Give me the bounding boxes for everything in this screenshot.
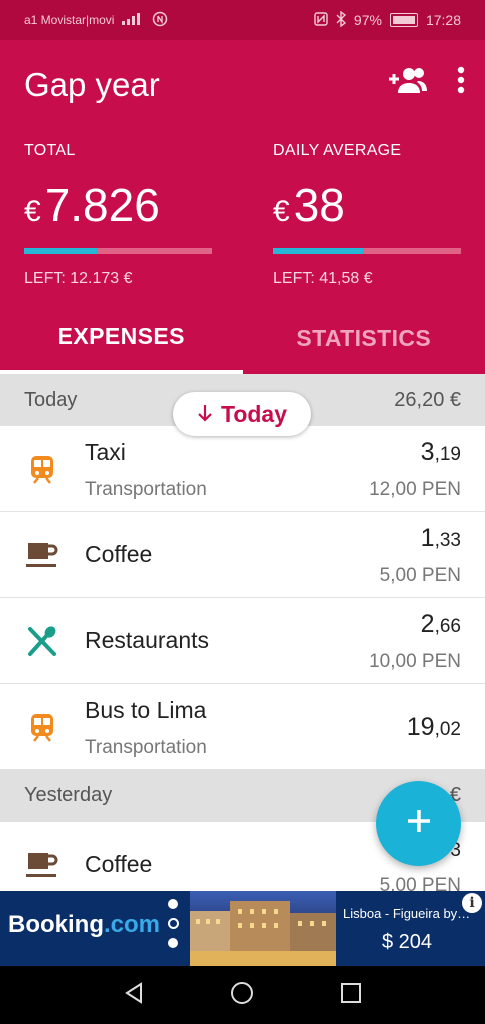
today-chip-label: Today	[220, 400, 288, 427]
item-original-amount: 12,00 PEN	[369, 479, 461, 500]
status-bar: a1 Movistar|movi 97% 17:28	[0, 0, 485, 40]
battery-percent: 97%	[353, 12, 382, 28]
home-icon[interactable]	[230, 981, 254, 1010]
daily-average-stat: DAILY AVERAGE €38 LEFT: 41,58 €	[273, 142, 463, 288]
ad-photo	[190, 891, 336, 966]
battery-icon	[389, 13, 418, 27]
total-value: €7.826	[24, 179, 160, 231]
item-amount: 3,19	[420, 438, 461, 466]
tab-expenses[interactable]: EXPENSES	[0, 302, 243, 374]
section-title: Today	[24, 388, 78, 411]
coffee-cup-icon	[26, 539, 58, 571]
total-stat: TOTAL €7.826 LEFT: 12.173 €	[24, 142, 214, 288]
item-name: Restaurants	[85, 627, 210, 653]
trip-title: Gap year	[24, 66, 160, 103]
train-icon	[26, 711, 58, 743]
carousel-dot	[168, 938, 178, 948]
ad-price: $ 204	[382, 931, 433, 953]
jump-to-today-button[interactable]: Today	[173, 392, 311, 436]
list-item[interactable]: Restaurants 2,66 10,00 PEN	[0, 598, 485, 684]
recents-icon[interactable]	[340, 982, 362, 1009]
fork-knife-icon	[26, 625, 58, 657]
ad-banner[interactable]: Booking.com Lisboa - Figueira by… $ 204 …	[0, 891, 485, 966]
clock: 17:28	[425, 12, 461, 28]
section-title: Yesterday	[24, 784, 113, 806]
bluetooth-icon	[336, 10, 346, 30]
app-header: Gap year TOTAL €7.826 LEFT: 12.173 € DAI…	[0, 40, 485, 374]
item-name: Bus to Lima	[85, 697, 207, 723]
daily-average-value: €38	[273, 179, 345, 231]
carousel-dot	[168, 899, 178, 909]
item-original-amount: 5,00 PEN	[379, 565, 461, 586]
add-person-icon[interactable]	[389, 67, 427, 98]
coffee-cup-icon	[26, 849, 58, 881]
daily-progress-bar	[273, 248, 461, 254]
more-options-icon[interactable]	[457, 66, 465, 99]
item-category: Transportation	[85, 479, 207, 500]
add-expense-button[interactable]	[376, 781, 461, 866]
item-category: Transportation	[85, 737, 207, 758]
daily-left: LEFT: 41,58 €	[273, 270, 373, 287]
section-total: 26,20 €	[394, 388, 461, 411]
list-item[interactable]: Taxi Transportation 3,19 12,00 PEN	[0, 426, 485, 512]
system-nav-bar	[0, 966, 485, 1024]
list-item[interactable]: Coffee 1,33 5,00 PEN	[0, 512, 485, 598]
nfc-icon	[314, 11, 328, 29]
plus-icon	[406, 808, 432, 839]
total-progress-bar	[24, 248, 212, 254]
tab-statistics[interactable]: STATISTICS	[243, 302, 485, 374]
back-icon[interactable]	[123, 981, 145, 1009]
carousel-dot	[168, 918, 179, 929]
carrier-name: a1 Movistar|movi	[24, 13, 115, 27]
signal-icon	[122, 12, 144, 28]
ad-carousel-dots	[168, 899, 179, 948]
info-icon[interactable]: i	[462, 893, 482, 913]
item-name: Taxi	[85, 439, 126, 465]
item-amount: 1,33	[420, 524, 461, 552]
notification-icon	[152, 11, 168, 30]
train-icon	[26, 453, 58, 485]
item-original-amount: 10,00 PEN	[369, 651, 461, 672]
ad-brand: Booking.com	[8, 911, 161, 938]
ad-destination: Lisboa - Figueira by…	[343, 906, 471, 921]
total-left: LEFT: 12.173 €	[24, 270, 133, 287]
item-name: Coffee	[85, 851, 153, 877]
daily-average-label: DAILY AVERAGE	[273, 142, 402, 159]
list-item[interactable]: Bus to Lima Transportation 19,02	[0, 684, 485, 769]
tab-bar: EXPENSES STATISTICS	[0, 302, 485, 374]
total-label: TOTAL	[24, 142, 76, 159]
item-name: Coffee	[85, 541, 153, 567]
item-amount: 2,66	[420, 610, 461, 638]
arrow-down-icon	[197, 401, 213, 428]
item-amount: 19,02	[406, 713, 461, 741]
